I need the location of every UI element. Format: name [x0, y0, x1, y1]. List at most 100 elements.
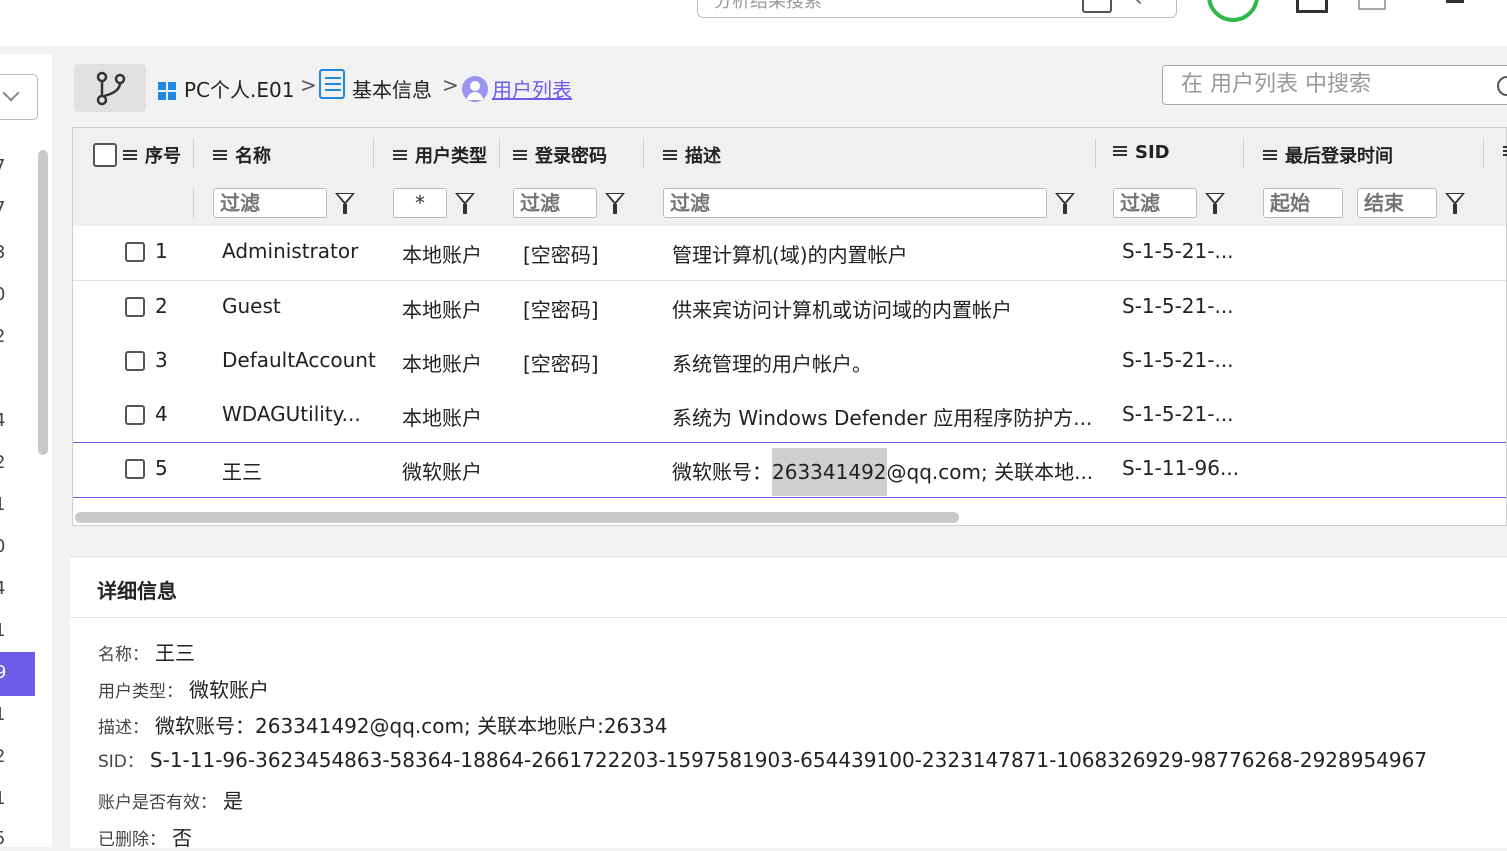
- table-row-selected[interactable]: 5 王三 微软账户 微软账号：263341492@qq.com; 关联本地...…: [73, 442, 1506, 498]
- user-icon: [462, 76, 488, 102]
- filter-icon[interactable]: [455, 193, 475, 214]
- filter-row: *: [73, 180, 1506, 227]
- user-table: 序号 名称 用户类型 登录密码 描述 SID 最后登录时间 * 1 Admini: [72, 127, 1507, 526]
- search-input[interactable]: [1179, 71, 1483, 98]
- filter-icon[interactable]: [1445, 193, 1465, 214]
- table-row[interactable]: 2 Guest 本地账户 [空密码] 供来宾访问计算机或访问域的内置帐户 S-1…: [73, 281, 1506, 336]
- arrow-left-icon[interactable]: ‹: [1134, 0, 1143, 12]
- cell-user-type: 本地账户: [402, 406, 482, 430]
- column-header-index[interactable]: 序号: [123, 142, 181, 168]
- left-list-number[interactable]: 1: [0, 788, 5, 809]
- breadcrumb-separator: >: [442, 73, 459, 97]
- detail-field-valid: 账户是否有效：是: [98, 789, 243, 813]
- column-header-more[interactable]: [1503, 142, 1507, 163]
- password-filter-input[interactable]: [513, 188, 597, 218]
- breadcrumb-item-basic-info[interactable]: 基本信息: [352, 74, 432, 103]
- cell-name: DefaultAccount: [222, 348, 376, 372]
- row-checkbox[interactable]: [125, 405, 145, 425]
- cell-user-type: 微软账户: [402, 460, 482, 484]
- column-divider: [193, 188, 194, 218]
- left-list-number[interactable]: 5: [0, 828, 5, 849]
- window-restore-icon[interactable]: [1358, 0, 1386, 10]
- column-divider[interactable]: [373, 138, 374, 168]
- left-list-number[interactable]: 4: [0, 410, 5, 431]
- row-checkbox[interactable]: [125, 297, 145, 317]
- left-list-item-active[interactable]: 9: [0, 652, 35, 696]
- cell-name: Administrator: [222, 239, 359, 263]
- filter-icon[interactable]: [605, 193, 625, 214]
- minimize-icon[interactable]: [1446, 0, 1464, 3]
- cell-password: [空密码]: [523, 298, 599, 322]
- top-toolbar: 分析结果搜索 ‹: [0, 0, 1507, 46]
- cell-password: [空密码]: [523, 243, 599, 267]
- name-filter-input[interactable]: [213, 188, 327, 218]
- table-row[interactable]: 3 DefaultAccount 本地账户 [空密码] 系统管理的用户帐户。 S…: [73, 335, 1506, 390]
- table-row[interactable]: 4 WDAGUtility... 本地账户 系统为 Windows Defend…: [73, 389, 1506, 444]
- breadcrumb-item-case[interactable]: PC个人.E01: [184, 74, 294, 103]
- column-divider[interactable]: [643, 138, 644, 168]
- cell-index: 5: [155, 456, 168, 480]
- export-icon[interactable]: [1296, 0, 1328, 13]
- cell-sid: S-1-5-21-...: [1122, 402, 1234, 426]
- branch-button[interactable]: [74, 64, 146, 112]
- windows-icon: [158, 82, 176, 100]
- cell-user-type: 本地账户: [402, 298, 482, 322]
- horizontal-scrollbar[interactable]: [75, 512, 959, 523]
- column-header-description[interactable]: 描述: [663, 142, 721, 168]
- filter-icon[interactable]: [1205, 193, 1225, 214]
- user-type-filter-select[interactable]: *: [393, 188, 447, 218]
- filter-icon[interactable]: [335, 193, 355, 214]
- search-highlight: 263341492: [772, 448, 887, 496]
- cell-description: 微软账号：263341492@qq.com; 关联本地...: [672, 448, 1093, 496]
- column-divider[interactable]: [1243, 138, 1244, 168]
- left-list-number[interactable]: 1: [0, 620, 5, 641]
- left-list-number[interactable]: 0: [0, 284, 5, 305]
- column-divider[interactable]: [193, 138, 194, 168]
- select-all-checkbox[interactable]: [93, 143, 117, 167]
- cell-sid: S-1-5-21-...: [1122, 239, 1234, 263]
- column-header-user-type[interactable]: 用户类型: [393, 142, 487, 168]
- status-ok-icon[interactable]: [1207, 0, 1259, 22]
- left-list-number[interactable]: 0: [0, 536, 5, 557]
- description-filter-input[interactable]: [663, 188, 1047, 218]
- breadcrumb-item-user-list[interactable]: 用户列表: [492, 74, 572, 103]
- left-list-number[interactable]: 2: [0, 746, 5, 767]
- left-list-number[interactable]: 2: [0, 452, 5, 473]
- cell-description: 系统为 Windows Defender 应用程序防护方...: [672, 406, 1093, 430]
- analysis-search-box[interactable]: 分析结果搜索 ‹: [697, 0, 1177, 18]
- left-list-number[interactable]: 3: [0, 242, 5, 263]
- column-divider[interactable]: [499, 138, 500, 168]
- left-list-number[interactable]: 1: [0, 704, 5, 725]
- details-title: 详细信息: [97, 579, 177, 603]
- row-checkbox[interactable]: [125, 459, 145, 479]
- sid-filter-input[interactable]: [1113, 188, 1197, 218]
- search-icon[interactable]: [1497, 76, 1507, 96]
- column-divider[interactable]: [1095, 138, 1096, 168]
- column-header-name[interactable]: 名称: [213, 142, 271, 168]
- left-list-number[interactable]: 7: [0, 198, 5, 219]
- last-login-start-input[interactable]: [1263, 188, 1343, 218]
- left-list-number[interactable]: 4: [0, 578, 5, 599]
- user-list-search-box: [1162, 65, 1507, 105]
- table-row[interactable]: 1 Administrator 本地账户 [空密码] 管理计算机(域)的内置帐户…: [73, 226, 1506, 281]
- cell-password: [空密码]: [523, 352, 599, 376]
- left-list-number[interactable]: 1: [0, 494, 5, 515]
- cell-sid: S-1-11-96...: [1122, 456, 1240, 480]
- row-checkbox[interactable]: [125, 351, 145, 371]
- left-list-number[interactable]: 7: [0, 156, 5, 177]
- analysis-search-placeholder: 分析结果搜索: [714, 0, 822, 12]
- column-header-password[interactable]: 登录密码: [513, 142, 607, 168]
- column-divider[interactable]: [1483, 138, 1484, 168]
- filter-icon[interactable]: [1055, 193, 1075, 214]
- left-scrollbar[interactable]: [38, 150, 48, 455]
- cell-description: 系统管理的用户帐户。: [672, 352, 872, 376]
- image-search-icon[interactable]: [1082, 0, 1112, 13]
- left-dropdown[interactable]: [0, 74, 38, 120]
- left-list-number[interactable]: 2: [0, 326, 5, 347]
- list-icon: [319, 69, 345, 99]
- column-header-sid[interactable]: SID: [1113, 142, 1170, 163]
- row-checkbox[interactable]: [125, 242, 145, 262]
- column-header-last-login[interactable]: 最后登录时间: [1263, 142, 1393, 168]
- last-login-end-input[interactable]: [1357, 188, 1437, 218]
- cell-user-type: 本地账户: [402, 352, 482, 376]
